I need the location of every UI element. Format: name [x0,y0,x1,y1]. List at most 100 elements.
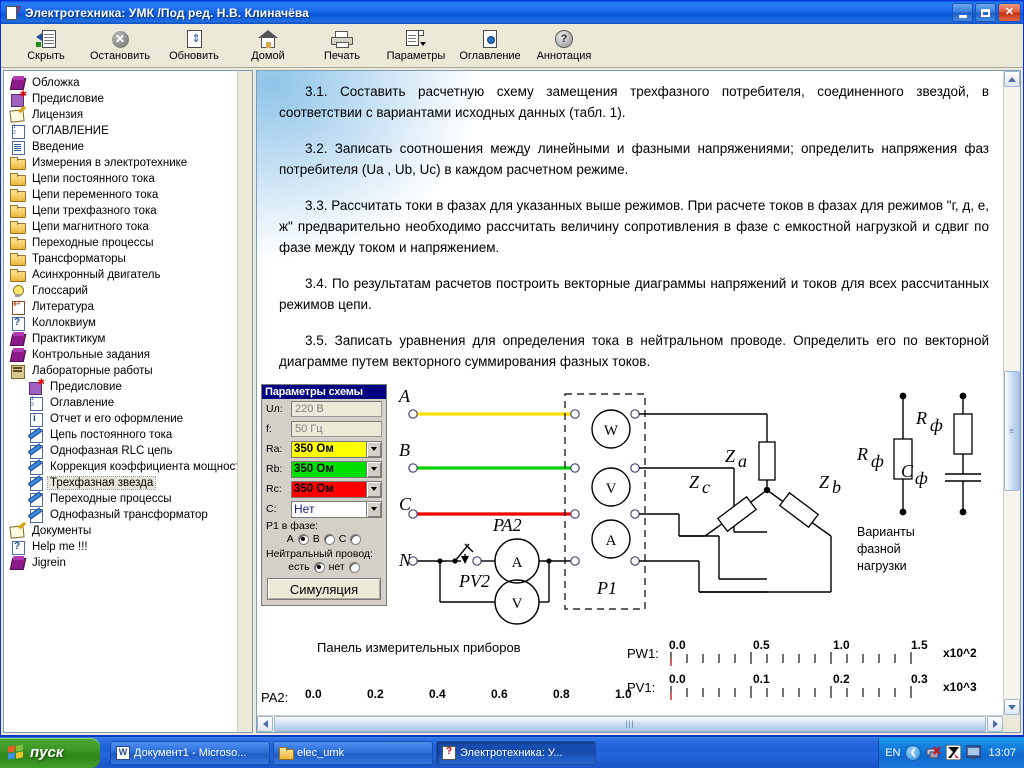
sidebar-item-24[interactable]: Коррекция коэффициента мощности [6,459,252,475]
sidebar-item-19[interactable]: Предисловие [6,378,252,395]
chevron-down-icon[interactable] [366,481,381,497]
neutral-no-radio[interactable] [348,561,360,573]
sidebar-item-12[interactable]: Асинхронный двигатель [6,267,252,283]
scroll-left-button[interactable] [257,716,273,732]
taskbar-item-word[interactable]: W Документ1 - Microso... [110,740,270,765]
sidebar-item-4[interactable]: Введение [6,139,252,155]
load-za-label: Z [725,446,736,466]
sidebar-item-15[interactable]: Коллоквиум [6,315,252,331]
phase-a-radio[interactable] [297,533,309,545]
sidebar-item-label: Глоссарий [32,285,88,297]
phase-c-radio[interactable] [350,533,362,545]
antivirus-icon[interactable] [945,744,962,761]
sidebar-item-22[interactable]: Цепь постоянного тока [6,427,252,443]
sidebar-item-6[interactable]: Цепи постоянного тока [6,171,252,187]
chevron-down-icon[interactable] [366,441,381,457]
sidebar-item-26[interactable]: Переходные процессы [6,491,252,507]
variant2-bottom-node [959,508,967,516]
sidebar-item-27[interactable]: Однофазный трансформатор [6,507,252,523]
sidebar-item-23[interactable]: Однофазная RLC цепь [6,443,252,459]
folder-icon [10,172,26,186]
simulate-button[interactable]: Симуляция [267,578,381,600]
taskbar-item-label: Документ1 - Microso... [134,746,247,759]
sidebar-item-17[interactable]: Контрольные задания [6,347,252,363]
sidebar-item-label: Асинхронный двигатель [32,269,161,281]
print-icon [331,29,353,49]
sidebar-item-3[interactable]: ОГЛАВЛЕНИЕ [6,123,252,139]
sidebar-item-label: Практиктикум [32,333,106,345]
horizontal-scroll-thumb[interactable]: ||| [274,716,986,732]
sidebar-item-14[interactable]: Литература [6,299,252,315]
sidebar-item-label: Цепи постоянного тока [32,173,155,185]
sidebar-item-label: Обложка [32,77,80,89]
vertical-scroll-thumb[interactable]: ≡ [1004,371,1020,491]
rb-combobox[interactable]: 350 Ом [291,460,382,478]
scroll-down-button[interactable] [1004,699,1020,715]
network-disconnected-icon[interactable] [926,745,942,760]
taskbar-item-electrotechnics[interactable]: Электротехника: У... [436,740,596,765]
sidebar-item-2[interactable]: Лицензия [6,107,252,123]
toolbar-button-refresh[interactable]: ⇕ Обновить [157,25,231,67]
chevron-down-icon[interactable] [366,461,381,477]
clock[interactable]: 13:07 [988,747,1016,759]
display-icon[interactable] [965,745,982,760]
scroll-right-button[interactable] [987,716,1003,732]
sidebar-item-13[interactable]: Глоссарий [6,283,252,299]
lightbulb-icon [10,284,26,298]
terminal-a-right [570,409,580,419]
pw1-multiplier: x10^2 [943,646,977,660]
variant1-r-label: R [856,444,868,464]
param-row-c: C: Нет [262,499,386,519]
sidebar-item-5[interactable]: Измерения в электротехнике [6,155,252,171]
pa2-tick-2: 0.4 [429,687,446,701]
sidebar-item-9[interactable]: Цепи магнитного тока [6,219,252,235]
paragraph: 3.5. Записать уравнения для определения … [279,333,989,369]
sidebar-scrollbar[interactable] [237,71,252,732]
close-button[interactable]: ✕ [998,3,1021,22]
toolbar-button-options[interactable]: Параметры [379,25,453,67]
sidebar-item-0[interactable]: Обложка [6,75,252,91]
neutral-yes-radio[interactable] [313,561,325,573]
rc-combobox[interactable]: 350 Ом [291,480,382,498]
p1-terminal-a [630,409,640,419]
content-vertical-scrollbar[interactable]: ≡ [1003,71,1020,715]
sidebar-item-29[interactable]: Help me !!! [6,539,252,555]
toolbar-button-contents[interactable]: Оглавление [453,25,527,67]
sidebar-item-label: Предисловие [32,93,104,105]
ra-combobox[interactable]: 350 Ом [291,440,382,458]
sidebar-item-21[interactable]: Отчет и его оформление [6,411,252,427]
maximize-button[interactable] [975,3,996,22]
sidebar-item-16[interactable]: Практиктикум [6,331,252,347]
chevron-down-icon[interactable] [366,501,381,517]
title-bar: ? Электротехника: УМК /Под ред. Н.В. Кли… [1,1,1023,24]
pw1-tick-0: 0.0 [669,638,686,652]
sidebar-item-11[interactable]: Трансформаторы [6,251,252,267]
minimize-button[interactable] [952,3,973,22]
toolbar-button-home[interactable]: Домой [231,25,305,67]
frequency-field[interactable]: 50 Гц [291,421,382,437]
toolbar-button-print[interactable]: Печать [305,25,379,67]
sidebar-item-28[interactable]: Документы [6,523,252,539]
toolbar-button-hide[interactable]: Скрыть [9,25,83,67]
ul-field[interactable]: 220 В [291,401,382,417]
book-icon [10,332,26,346]
sidebar-item-10[interactable]: Переходные процессы [6,235,252,251]
contents-tree[interactable]: Обложка Предисловие Лицензия ОГЛАВЛЕНИЕ Введ… [4,71,252,732]
sidebar-item-20[interactable]: Оглавление [6,395,252,411]
language-indicator[interactable]: EN [885,747,900,759]
toolbar-button-stop[interactable]: ✕ Остановить [83,25,157,67]
taskbar-item-label: Электротехника: У... [460,746,563,759]
sidebar-item-30[interactable]: Jigrein [6,555,252,571]
taskbar-item-folder[interactable]: elec_umk [273,740,433,765]
toolbar-button-annotation[interactable]: ? Аннотация [527,25,601,67]
capacitor-combobox[interactable]: Нет [291,500,382,518]
sidebar-item-8[interactable]: Цепи трехфазного тока [6,203,252,219]
scroll-up-button[interactable] [1004,71,1020,87]
start-button[interactable]: пуск [0,737,100,768]
show-hidden-icons-icon[interactable]: ❮ [905,744,922,761]
content-horizontal-scrollbar[interactable]: ||| [257,715,1003,732]
sidebar-item-25[interactable]: Трехфазная звезда [6,475,252,491]
phase-b-radio[interactable] [323,533,335,545]
sidebar-item-7[interactable]: Цепи переменного тока [6,187,252,203]
sidebar-item-1[interactable]: Предисловие [6,90,252,107]
